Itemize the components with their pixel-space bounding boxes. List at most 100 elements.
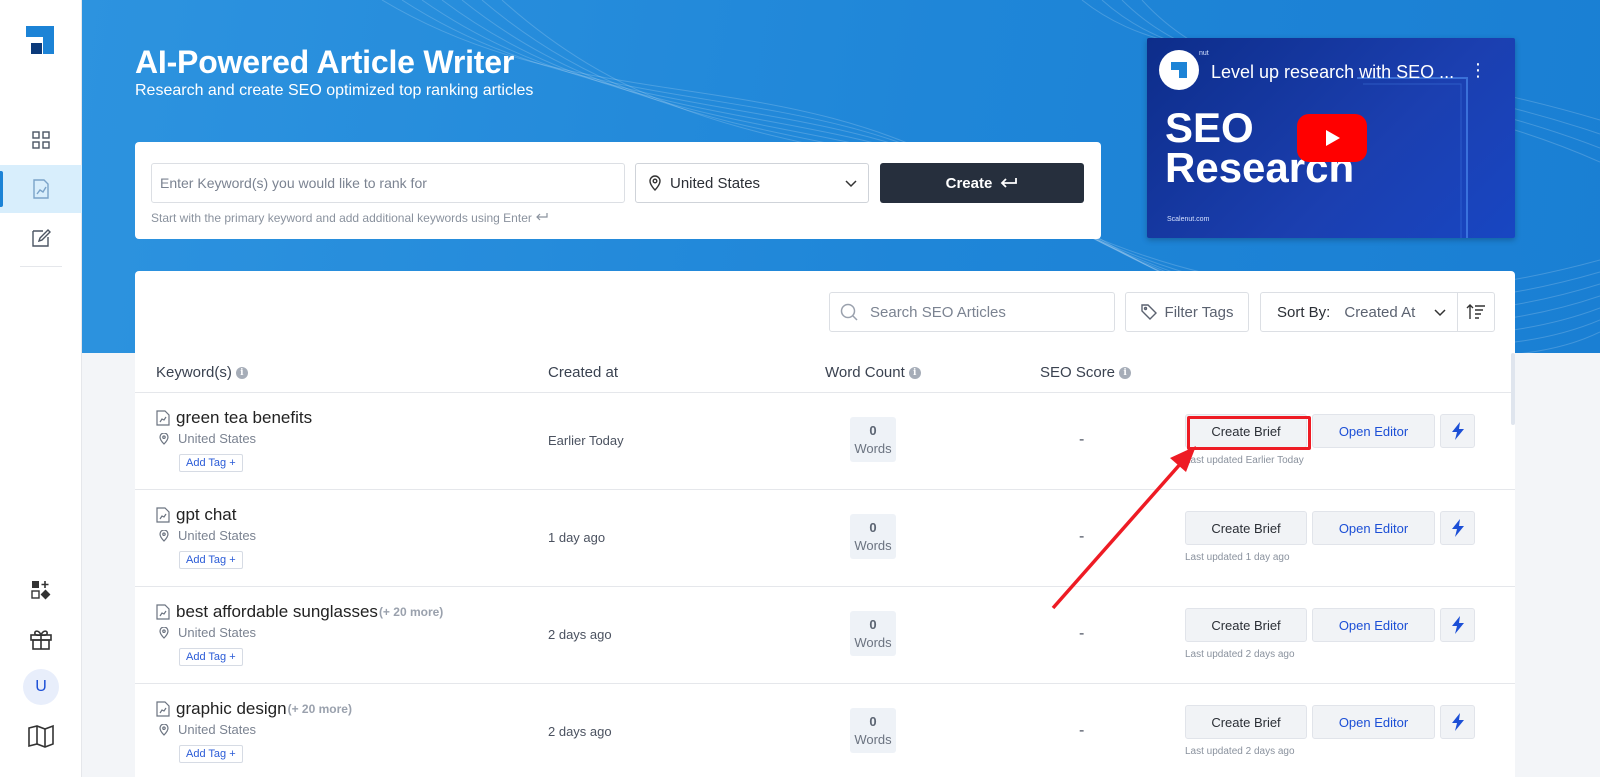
info-icon[interactable]: i [1119, 366, 1132, 379]
lightning-icon [1451, 422, 1464, 440]
sort-ascending-icon [1466, 304, 1485, 319]
open-editor-button[interactable]: Open Editor [1312, 511, 1435, 545]
apps-add-icon [31, 581, 51, 600]
sidebar-item-dashboard[interactable] [0, 116, 82, 164]
search-articles[interactable] [829, 292, 1115, 332]
location: United States [159, 431, 256, 446]
word-count-number: 0 [869, 617, 877, 632]
scalenut-logo[interactable] [26, 26, 54, 54]
location-pin-icon [159, 723, 169, 736]
header-keywords: Keyword(s) i [156, 364, 248, 381]
add-tag-button[interactable]: Add Tag + [179, 648, 243, 666]
keyword-cell[interactable]: graphic design (+ 20 more) [156, 699, 352, 719]
video-thumbnail[interactable]: nut Level up research with SEO ... ⋮ SEO… [1147, 38, 1515, 238]
more-vertical-icon[interactable]: ⋮ [1469, 60, 1487, 81]
seo-score: - [1079, 431, 1085, 448]
keyword-text[interactable]: graphic design [176, 699, 287, 719]
location-pin-icon [159, 432, 169, 445]
chevron-down-icon [1434, 309, 1446, 317]
info-icon[interactable]: i [235, 366, 248, 379]
created-at: 2 days ago [548, 627, 612, 642]
location: United States [159, 625, 256, 640]
document-chart-icon [156, 410, 170, 426]
word-count-badge: 0 Words [850, 611, 896, 656]
create-brief-button[interactable]: Create Brief [1185, 511, 1307, 545]
keyword-text[interactable]: green tea benefits [176, 408, 312, 428]
lightning-icon [1451, 519, 1464, 537]
sidebar-item-gift[interactable] [0, 615, 82, 663]
open-editor-button[interactable]: Open Editor [1312, 414, 1435, 448]
quick-write-button[interactable] [1440, 705, 1475, 739]
add-tag-button[interactable]: Add Tag + [179, 745, 243, 763]
info-icon[interactable]: i [908, 366, 921, 379]
sidebar-divider [20, 266, 62, 267]
filter-tags-label: Filter Tags [1164, 303, 1234, 321]
user-avatar[interactable]: U [23, 669, 59, 705]
add-tag-button[interactable]: Add Tag + [179, 454, 243, 472]
quick-write-button[interactable] [1440, 414, 1475, 448]
seo-score: - [1079, 625, 1085, 642]
sort-direction-button[interactable] [1457, 292, 1495, 332]
country-select[interactable]: United States [635, 163, 869, 203]
location-pin-icon [159, 529, 169, 542]
location: United States [159, 528, 256, 543]
table-row[interactable]: graphic design (+ 20 more) United States Ad… [135, 684, 1515, 777]
more-keywords[interactable]: (+ 20 more) [288, 702, 352, 716]
country-select-value: United States [670, 174, 761, 192]
keyword-input[interactable] [151, 163, 625, 203]
quick-write-button[interactable] [1440, 608, 1475, 642]
seo-score: - [1079, 528, 1085, 545]
sidebar: U [0, 0, 82, 777]
keyword-text[interactable]: gpt chat [176, 505, 237, 525]
open-editor-button[interactable]: Open Editor [1312, 608, 1435, 642]
open-book-icon [28, 724, 54, 748]
document-chart-icon [156, 507, 170, 523]
create-button-label: Create [945, 174, 993, 192]
create-brief-button[interactable]: Create Brief [1185, 608, 1307, 642]
location-text: United States [178, 722, 257, 737]
word-count-label: Words [854, 635, 892, 650]
table-row[interactable]: gpt chat United States Add Tag + 1 day ago 0… [135, 490, 1515, 587]
quick-write-button[interactable] [1440, 511, 1475, 545]
search-input[interactable] [870, 303, 1090, 321]
keyword-hint: Start with the primary keyword and add a… [151, 211, 549, 225]
open-editor-button[interactable]: Open Editor [1312, 705, 1435, 739]
seo-score: - [1079, 722, 1085, 739]
table-row[interactable]: best affordable sunglasses (+ 20 more) Uni… [135, 587, 1515, 684]
create-article-card: United States Create Start with the prim… [135, 142, 1101, 239]
sidebar-item-guide[interactable] [0, 712, 82, 760]
channel-logo [1159, 50, 1199, 90]
chevron-down-icon [845, 180, 857, 188]
video-title: Level up research with SEO ... [1211, 62, 1455, 82]
add-tag-button[interactable]: Add Tag + [179, 551, 243, 569]
create-button[interactable]: Create [880, 163, 1084, 203]
keyword-text[interactable]: best affordable sunglasses [176, 602, 378, 622]
page-subtitle: Research and create SEO optimized top ra… [135, 82, 534, 99]
table-row[interactable]: green tea benefits United States Add Tag +… [135, 393, 1515, 490]
create-brief-button[interactable]: Create Brief [1185, 705, 1307, 739]
enter-key-icon [536, 213, 548, 221]
sort-select[interactable]: Sort By: Created At [1260, 292, 1458, 332]
articles-panel: Filter Tags Sort By: Created At Keyword(… [135, 271, 1515, 777]
keyword-cell[interactable]: best affordable sunglasses (+ 20 more) [156, 602, 443, 622]
sidebar-item-editor[interactable] [0, 214, 82, 262]
location-pin-icon [649, 175, 661, 191]
play-button[interactable] [1297, 114, 1367, 162]
filter-tags-button[interactable]: Filter Tags [1125, 292, 1249, 332]
created-at: 1 day ago [548, 530, 606, 545]
more-keywords[interactable]: (+ 20 more) [379, 605, 443, 619]
keyword-cell[interactable]: gpt chat [156, 505, 238, 525]
gift-icon [30, 630, 52, 650]
word-count-number: 0 [869, 520, 877, 535]
last-updated: Last updated 1 day ago [1185, 552, 1290, 563]
word-count-badge: 0 Words [850, 514, 896, 559]
last-updated: Last updated 2 days ago [1185, 649, 1295, 660]
scrollbar[interactable] [1511, 353, 1515, 425]
sidebar-item-seo-articles[interactable] [0, 165, 82, 213]
keyword-cell[interactable]: green tea benefits [156, 408, 313, 428]
sort-value: Created At [1344, 303, 1416, 321]
create-brief-button[interactable]: Create Brief [1185, 414, 1307, 448]
sidebar-item-apps[interactable] [0, 566, 82, 614]
enter-key-icon [1001, 178, 1018, 188]
video-top-text: nut [1199, 50, 1209, 57]
